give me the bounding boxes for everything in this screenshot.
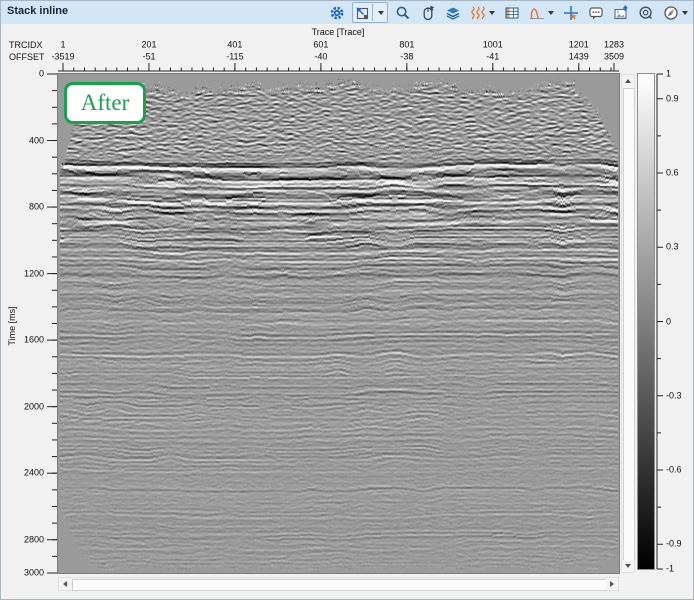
y-tick-time-label: 2400 (24, 469, 44, 478)
x-tick-trcidx-label: 401 (227, 41, 242, 50)
mouse-pointer-icon (420, 5, 436, 21)
arrow-down-icon (625, 564, 631, 568)
toolbar-select-mode-dropdown[interactable] (372, 4, 386, 21)
scroll-left-button[interactable] (59, 578, 71, 590)
toolbar-zoom-magnifier-button[interactable] (393, 2, 413, 23)
toolbar-wiggle-display-button[interactable] (468, 2, 497, 23)
x-tick-offset-label: 1439 (569, 53, 589, 62)
x-tick-offset-label: -51 (142, 53, 155, 62)
settings-gear-icon (329, 5, 345, 21)
x-tick-trcidx-label: 1 (60, 41, 65, 50)
scroll-up-button[interactable] (622, 75, 634, 87)
colorbar-tick-label: 0.6 (666, 169, 679, 178)
app-window: Stack inline Trace [Trace] TRCIDX OFFSET… (0, 0, 694, 600)
colorbar-tick-label: 1 (666, 70, 671, 79)
arrow-left-icon (63, 581, 67, 587)
colorbar-tick-label: -0.6 (666, 466, 682, 475)
x-tick-trcidx-label: 1201 (569, 41, 589, 50)
x-tick-offset-label: -38 (400, 53, 413, 62)
y-tick-time-label: 800 (29, 203, 44, 212)
colorbar-tick-label: 0.9 (666, 94, 679, 103)
toolbar-q-tool-button[interactable] (636, 2, 656, 23)
arrow-up-icon (625, 79, 631, 83)
colorbar-tick-label: -0.9 (666, 540, 682, 549)
toolbar-comment-bubble-button[interactable] (586, 2, 606, 23)
toolbar-histogram-curve-button[interactable] (527, 2, 556, 23)
vertical-scrollbar-thumb[interactable] (623, 88, 635, 561)
export-image-icon (613, 5, 629, 21)
colorbar-tick-label: -1 (666, 565, 674, 574)
q-tool-icon (638, 5, 654, 21)
toolbar-crosshair-pick-button[interactable] (561, 2, 581, 23)
colorbar-gradient[interactable] (637, 73, 655, 570)
compass-icon (663, 5, 679, 21)
spreadsheet-table-icon (504, 5, 520, 21)
toolbar-compass-button[interactable] (661, 2, 690, 23)
y-tick-time-label: 3000 (24, 569, 44, 578)
y-tick-time-label: 1600 (24, 336, 44, 345)
toolbar-settings-gear-button[interactable] (327, 2, 347, 23)
toolbar-layers-button[interactable] (443, 2, 463, 23)
dropdown-arrow-icon[interactable] (548, 11, 554, 15)
scroll-down-button[interactable] (622, 560, 634, 572)
x-tick-trcidx-label: 201 (141, 41, 156, 50)
window-title: Stack inline (7, 5, 68, 17)
x-tick-trcidx-label: 1283 (604, 41, 624, 50)
trcidx-row-label: TRCIDX (9, 40, 43, 50)
title-bar: Stack inline (1, 1, 693, 24)
toolbar-spreadsheet-table-button[interactable] (502, 2, 522, 23)
x-tick-offset-label: -115 (226, 53, 243, 62)
scroll-right-button[interactable] (606, 578, 618, 590)
x-tick-trcidx-label: 601 (313, 41, 328, 50)
dropdown-arrow-icon[interactable] (489, 11, 495, 15)
y-axis-title: Time [ms] (7, 301, 17, 351)
seismic-image-canvas[interactable] (57, 73, 620, 574)
crosshair-pick-icon (563, 5, 579, 21)
zoom-magnifier-icon (395, 5, 411, 21)
colorbar-tick-label: 0 (666, 317, 671, 326)
x-axis-title: Trace [Trace] (312, 27, 365, 37)
horizontal-scrollbar-thumb[interactable] (72, 579, 607, 591)
offset-row-label: OFFSET (9, 52, 45, 62)
horizontal-scrollbar[interactable] (58, 577, 619, 591)
y-tick-time-label: 400 (29, 136, 44, 145)
x-tick-trcidx-label: 801 (399, 41, 414, 50)
toolbar-mouse-pointer-button[interactable] (418, 2, 438, 23)
toolbar-export-image-button[interactable] (611, 2, 631, 23)
colorbar-tick-label: 0.3 (666, 243, 679, 252)
x-tick-offset-label: 3509 (604, 53, 624, 62)
toolbar-select-mode-button[interactable] (352, 2, 388, 23)
x-tick-trcidx-label: 1001 (483, 41, 503, 50)
wiggle-display-icon (470, 5, 486, 21)
vertical-scrollbar[interactable] (621, 74, 635, 573)
y-tick-time-label: 2000 (24, 402, 44, 411)
y-tick-time-label: 1200 (24, 269, 44, 278)
x-tick-offset-label: -40 (314, 53, 327, 62)
after-annotation[interactable]: After (64, 82, 146, 124)
histogram-curve-icon (529, 5, 545, 21)
colorbar-tick-label: -0.3 (666, 391, 682, 400)
dropdown-arrow-icon[interactable] (682, 11, 688, 15)
dropdown-arrow-icon (378, 11, 384, 15)
y-tick-time-label: 0 (39, 70, 44, 79)
select-mode-icon (354, 5, 370, 21)
arrow-right-icon (610, 581, 614, 587)
toolbar (327, 1, 690, 24)
y-tick-time-label: 2800 (24, 535, 44, 544)
x-tick-offset-label: -41 (486, 53, 499, 62)
x-tick-offset-label: -3519 (51, 53, 74, 62)
comment-bubble-icon (588, 5, 604, 21)
layers-icon (445, 5, 461, 21)
